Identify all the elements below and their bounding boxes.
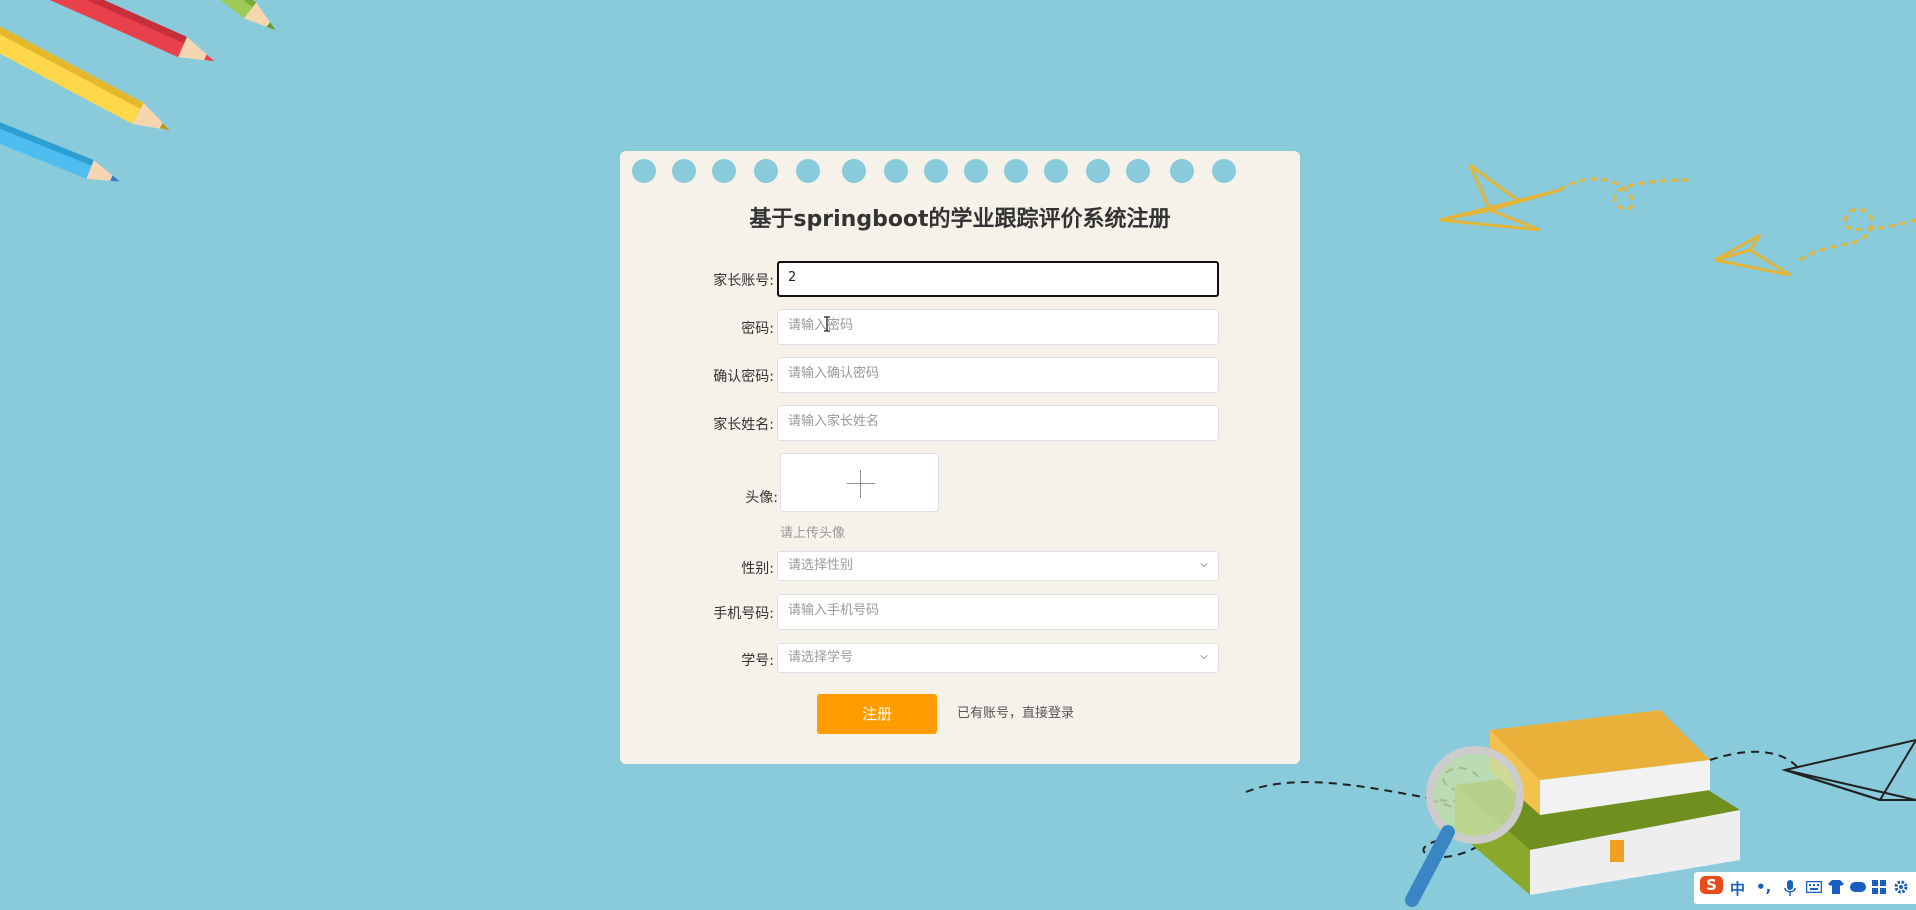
paper-planes-decoration	[1439, 163, 1916, 277]
notebook-hole	[672, 159, 696, 183]
avatar-upload-button[interactable]	[780, 453, 939, 512]
notebook-hole	[1044, 159, 1068, 183]
plus-icon-vertical	[860, 470, 861, 498]
notebook-hole	[884, 159, 908, 183]
gender-select[interactable]: 请选择性别	[777, 551, 1219, 581]
register-button[interactable]: 注册	[817, 694, 937, 734]
ime-punct-label[interactable]: •,	[1756, 878, 1771, 896]
student-id-select[interactable]: 请选择学号	[777, 643, 1219, 673]
parent-name-input[interactable]: 请输入家长姓名	[777, 405, 1219, 441]
chevron-down-icon	[1200, 655, 1208, 660]
notebook-hole	[924, 159, 948, 183]
password-label: 密码:	[741, 321, 774, 337]
microphone-icon[interactable]	[1784, 880, 1796, 896]
gender-label: 性别:	[741, 561, 774, 577]
ime-toolbar[interactable]: S 中 •,	[1694, 872, 1916, 904]
account-input[interactable]: 2	[777, 261, 1219, 297]
phone-label: 手机号码:	[713, 606, 774, 622]
account-input-value: 2	[788, 270, 797, 285]
login-link[interactable]: 已有账号，直接登录	[957, 694, 1074, 734]
notebook-hole	[1004, 159, 1028, 183]
notebook-hole	[632, 159, 656, 183]
parent-name-label: 家长姓名:	[713, 417, 774, 433]
keyboard-icon[interactable]	[1806, 881, 1822, 893]
notebook-hole	[964, 159, 988, 183]
student-id-label: 学号:	[741, 653, 774, 669]
skin-shirt-icon[interactable]	[1828, 880, 1844, 894]
avatar-label: 头像:	[745, 490, 778, 506]
notebook-hole	[1212, 159, 1236, 183]
page-title: 基于springboot的学业跟踪评价系统注册	[749, 207, 1171, 232]
notebook-holes	[630, 159, 1290, 185]
confirm-password-input[interactable]: 请输入确认密码	[777, 357, 1219, 393]
notebook-hole	[1126, 159, 1150, 183]
notebook-hole	[712, 159, 736, 183]
notebook-hole	[1170, 159, 1194, 183]
ime-mode-label[interactable]: 中	[1730, 878, 1745, 899]
account-label: 家长账号:	[713, 273, 774, 289]
phone-input[interactable]: 请输入手机号码	[777, 594, 1219, 630]
notebook-hole	[842, 159, 866, 183]
register-card: 基于springboot的学业跟踪评价系统注册 家长账号: 2 密码: 请输入密…	[620, 151, 1300, 764]
apps-grid-icon[interactable]	[1872, 880, 1886, 894]
plus-icon	[847, 483, 875, 484]
avatar-upload-tip: 请上传头像	[780, 526, 846, 541]
pencils-decoration	[0, 0, 276, 182]
chevron-down-icon	[1200, 563, 1208, 568]
settings-gear-icon[interactable]	[1894, 880, 1908, 894]
gender-select-placeholder: 请选择性别	[788, 558, 854, 573]
ime-logo-icon: S	[1700, 876, 1723, 894]
notebook-hole	[754, 159, 778, 183]
notebook-hole	[796, 159, 820, 183]
game-controller-icon[interactable]	[1850, 881, 1866, 893]
password-input[interactable]: 请输入密码	[777, 309, 1219, 345]
text-cursor-icon	[824, 316, 830, 332]
student-id-select-placeholder: 请选择学号	[788, 650, 854, 665]
confirm-password-label: 确认密码:	[713, 369, 774, 385]
notebook-hole	[1086, 159, 1110, 183]
